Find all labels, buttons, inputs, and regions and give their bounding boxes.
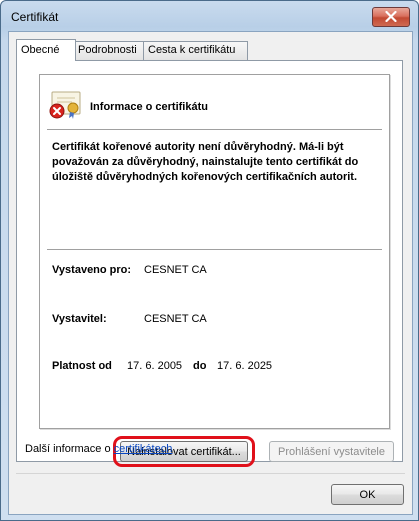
title-bar[interactable]: Certifikát	[1, 1, 418, 31]
ok-button[interactable]: OK	[331, 484, 404, 505]
tab-panel-general: Informace o certifikátu Certifikát kořen…	[16, 60, 403, 467]
heading-divider	[47, 129, 382, 131]
window-title: Certifikát	[11, 10, 59, 24]
warning-divider	[47, 249, 382, 251]
certificate-info-box: Informace o certifikátu Certifikát kořen…	[39, 74, 390, 429]
valid-to-value: 17. 6. 2025	[217, 360, 273, 372]
certificate-dialog: Certifikát Obecné Podrobnosti Cesta k ce…	[0, 0, 419, 521]
issuer-label: Vystavitel:	[52, 313, 107, 325]
valid-from-value: 17. 6. 2005	[127, 360, 183, 372]
more-info-prefix: Další informace o	[25, 443, 111, 455]
issued-to-value: CESNET CA	[144, 264, 207, 276]
close-button[interactable]	[372, 7, 410, 27]
certificate-error-icon	[48, 89, 84, 124]
more-info-line: Další informace o certifikátech	[25, 443, 172, 455]
certificate-info-heading: Informace o certifikátu	[90, 101, 208, 113]
validity-label: Platnost od	[52, 360, 112, 372]
tab-general[interactable]: Obecné	[16, 39, 76, 61]
close-icon	[385, 11, 397, 22]
issuer-value: CESNET CA	[144, 313, 207, 325]
dialog-client-area: Obecné Podrobnosti Cesta k certifikátu I…	[8, 31, 413, 515]
tab-certification-path[interactable]: Cesta k certifikátu	[143, 41, 248, 60]
validity-to-label: do	[193, 360, 207, 372]
issued-to-label: Vystaveno pro:	[52, 264, 132, 276]
footer-divider	[16, 473, 405, 474]
issuer-statement-button[interactable]: Prohlášení vystavitele	[269, 441, 394, 462]
certificates-link[interactable]: certifikátech	[114, 443, 173, 455]
untrusted-warning-text: Certifikát kořenové autority není důvěry…	[52, 141, 359, 183]
tab-details[interactable]: Podrobnosti	[73, 41, 149, 60]
